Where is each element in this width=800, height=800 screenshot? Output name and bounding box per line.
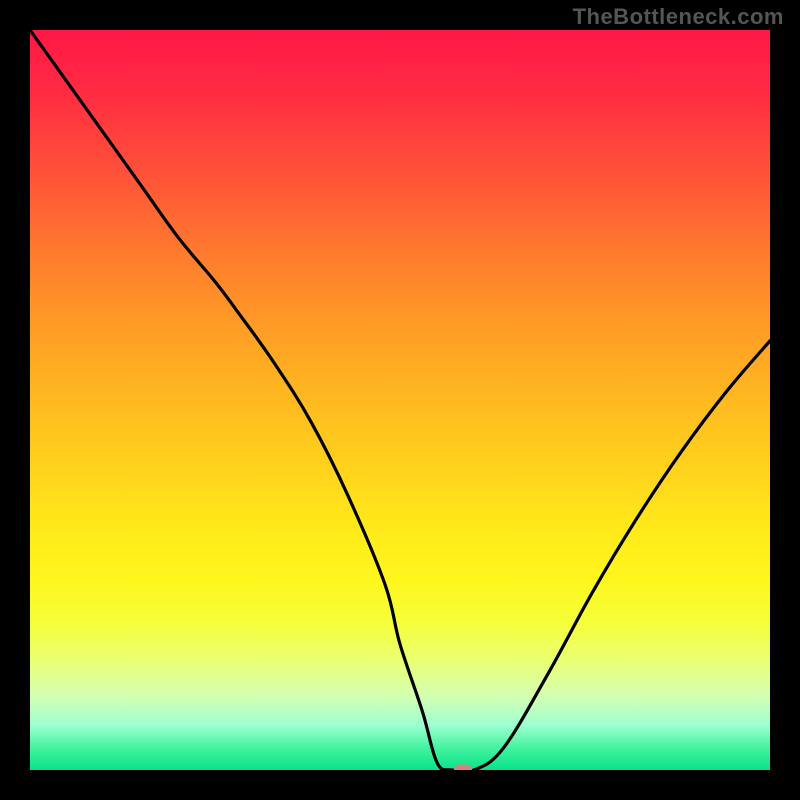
bottleneck-curve [30, 30, 770, 770]
plot-area [30, 30, 770, 770]
chart-frame: TheBottleneck.com [0, 0, 800, 800]
watermark-text: TheBottleneck.com [573, 4, 784, 30]
optimal-point-marker [454, 765, 472, 771]
curve-path [30, 30, 770, 770]
